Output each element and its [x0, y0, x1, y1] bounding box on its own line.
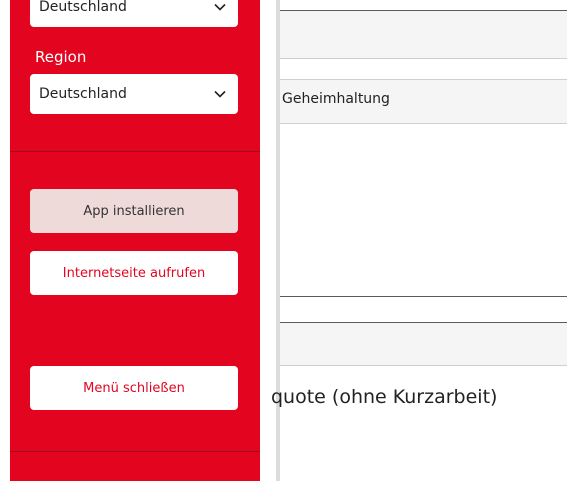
- chevron-down-icon: [214, 3, 226, 11]
- close-menu-button[interactable]: Menü schließen: [30, 366, 238, 410]
- row-divider: [280, 79, 567, 80]
- section-heading: quote (ohne Kurzarbeit): [271, 386, 498, 408]
- content-panel: [280, 10, 567, 58]
- region-select[interactable]: Deutschland: [30, 74, 238, 114]
- content-divider: [276, 0, 280, 481]
- row-divider: [280, 10, 567, 11]
- row-divider: [280, 58, 567, 59]
- menu-divider: [10, 451, 260, 452]
- chevron-down-icon: [214, 90, 226, 98]
- region-label: Region: [35, 48, 87, 66]
- install-app-button[interactable]: App installieren: [30, 189, 238, 233]
- row-label: Geheimhaltung: [282, 91, 390, 107]
- country-select-value: Deutschland: [39, 0, 127, 15]
- menu-divider: [10, 151, 260, 152]
- row-divider: [280, 296, 567, 297]
- open-website-button[interactable]: Internetseite aufrufen: [30, 251, 238, 295]
- table-row: [280, 322, 567, 365]
- region-select-value: Deutschland: [39, 86, 127, 102]
- country-select[interactable]: Deutschland: [30, 0, 238, 27]
- row-divider: [280, 123, 567, 124]
- row-divider: [280, 365, 567, 366]
- row-divider: [280, 322, 567, 323]
- side-menu: Deutschland Region Deutschland App insta…: [10, 0, 260, 481]
